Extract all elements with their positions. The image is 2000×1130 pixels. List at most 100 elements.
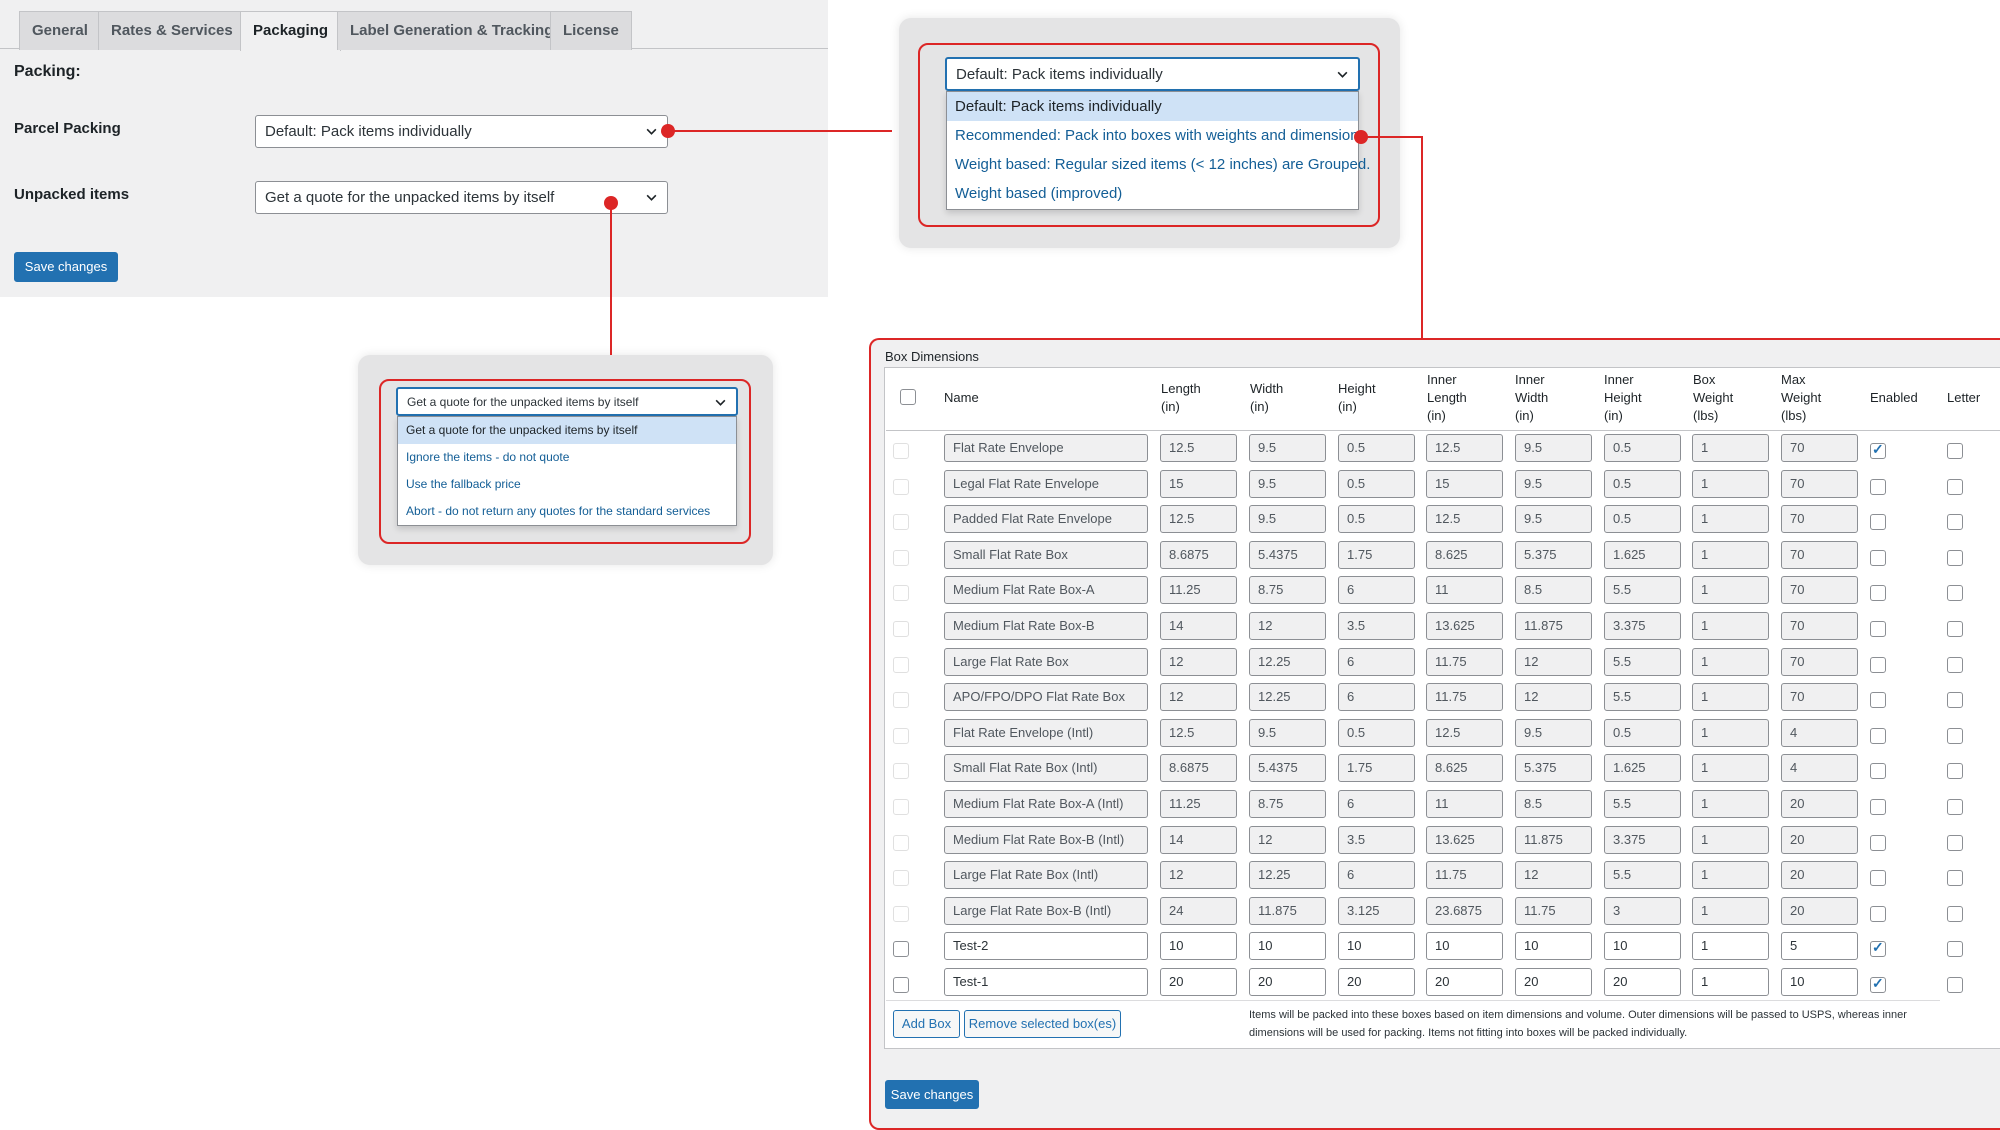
enabled-checkbox[interactable]	[1870, 441, 1886, 459]
letter-checkbox[interactable]	[1947, 870, 1963, 887]
inner-height-input[interactable]: 20	[1604, 968, 1681, 996]
letter-checkbox[interactable]	[1947, 692, 1963, 709]
save-changes-button[interactable]: Save changes	[14, 252, 118, 282]
length-input[interactable]: 24	[1160, 896, 1237, 925]
inner-height-input[interactable]: 1.625	[1604, 540, 1681, 569]
width-input[interactable]: 12.25	[1249, 861, 1326, 890]
height-input[interactable]: 1.75	[1338, 754, 1415, 783]
inner-length-input[interactable]: 8.625	[1426, 540, 1503, 569]
inner-length-input[interactable]: 10	[1426, 932, 1503, 961]
height-input[interactable]: 6	[1338, 683, 1415, 712]
inner-height-input[interactable]: 0.5	[1604, 718, 1681, 747]
width-input[interactable]: 5.4375	[1249, 540, 1326, 569]
enabled-checkbox[interactable]	[1870, 870, 1886, 887]
inner-width-input[interactable]: 9.5	[1515, 469, 1592, 498]
enabled-checkbox[interactable]	[1870, 478, 1886, 495]
inner-width-input[interactable]: 8.5	[1515, 790, 1592, 818]
letter-checkbox[interactable]	[1947, 514, 1963, 531]
length-input[interactable]: 12.5	[1160, 434, 1237, 462]
height-input[interactable]: 6	[1338, 861, 1415, 890]
letter-checkbox[interactable]	[1947, 977, 1963, 993]
inner-width-input[interactable]: 9.5	[1515, 505, 1592, 534]
tab-label-generation-tracking[interactable]: Label Generation & Tracking	[337, 11, 567, 50]
box-weight-input[interactable]: 1	[1692, 683, 1769, 712]
dropdown-option[interactable]: Use the fallback price	[398, 471, 736, 498]
height-input[interactable]: 3.125	[1338, 896, 1415, 925]
inner-width-input[interactable]: 5.375	[1515, 540, 1592, 569]
inner-height-input[interactable]: 5.5	[1604, 683, 1681, 712]
length-input[interactable]: 14	[1160, 612, 1237, 640]
enabled-checkbox[interactable]	[1870, 834, 1886, 851]
inner-height-input[interactable]: 0.5	[1604, 505, 1681, 534]
box-name-input[interactable]: Medium Flat Rate Box-A (Intl)	[944, 790, 1148, 818]
inner-width-input[interactable]: 12	[1515, 683, 1592, 712]
inner-height-input[interactable]: 1.625	[1604, 754, 1681, 783]
inner-length-input[interactable]: 11.75	[1426, 861, 1503, 890]
inner-width-input[interactable]: 11.875	[1515, 612, 1592, 640]
inner-height-input[interactable]: 3	[1604, 896, 1681, 925]
inner-width-input[interactable]: 12	[1515, 861, 1592, 890]
width-input[interactable]: 12	[1249, 825, 1326, 854]
height-input[interactable]: 0.5	[1338, 718, 1415, 747]
max-weight-input[interactable]: 20	[1781, 790, 1858, 818]
unpacked-dropdown-select[interactable]: Get a quote for the unpacked items by it…	[396, 387, 738, 416]
letter-checkbox[interactable]	[1947, 656, 1963, 673]
tab-rates-services[interactable]: Rates & Services	[98, 11, 246, 50]
width-input[interactable]: 9.5	[1249, 718, 1326, 747]
width-input[interactable]: 20	[1249, 968, 1326, 996]
height-input[interactable]: 6	[1338, 790, 1415, 818]
inner-length-input[interactable]: 12.5	[1426, 434, 1503, 462]
add-box-button[interactable]: Add Box	[893, 1010, 960, 1038]
enabled-checkbox[interactable]	[1870, 799, 1886, 815]
box-name-input[interactable]: Medium Flat Rate Box-B	[944, 612, 1148, 640]
length-input[interactable]: 14	[1160, 825, 1237, 854]
box-weight-input[interactable]: 1	[1692, 612, 1769, 640]
inner-length-input[interactable]: 13.625	[1426, 825, 1503, 854]
tab-general[interactable]: General	[19, 11, 101, 50]
length-input[interactable]: 8.6875	[1160, 540, 1237, 569]
dropdown-option[interactable]: Get a quote for the unpacked items by it…	[398, 417, 736, 444]
save-changes-button[interactable]: Save changes	[885, 1080, 979, 1109]
inner-height-input[interactable]: 5.5	[1604, 576, 1681, 605]
row-select-checkbox[interactable]	[893, 977, 909, 993]
box-weight-input[interactable]: 1	[1692, 718, 1769, 747]
letter-checkbox[interactable]	[1947, 834, 1963, 851]
max-weight-input[interactable]: 5	[1781, 932, 1858, 961]
inner-width-input[interactable]: 9.5	[1515, 434, 1592, 462]
box-weight-input[interactable]: 1	[1692, 754, 1769, 783]
letter-checkbox[interactable]	[1947, 727, 1963, 744]
dropdown-option[interactable]: Default: Pack items individually	[947, 92, 1358, 121]
enabled-checkbox[interactable]	[1870, 905, 1886, 922]
inner-length-input[interactable]: 12.5	[1426, 505, 1503, 534]
letter-checkbox[interactable]	[1947, 443, 1963, 459]
inner-length-input[interactable]: 13.625	[1426, 612, 1503, 640]
width-input[interactable]: 8.75	[1249, 576, 1326, 605]
inner-width-input[interactable]: 20	[1515, 968, 1592, 996]
row-select-checkbox[interactable]	[893, 941, 909, 958]
inner-width-input[interactable]: 11.75	[1515, 896, 1592, 925]
box-weight-input[interactable]: 1	[1692, 825, 1769, 854]
tab-packaging[interactable]: Packaging	[240, 11, 342, 51]
dropdown-option[interactable]: Weight based (improved)	[947, 179, 1358, 208]
letter-checkbox[interactable]	[1947, 549, 1963, 566]
max-weight-input[interactable]: 70	[1781, 469, 1858, 498]
inner-width-input[interactable]: 10	[1515, 932, 1592, 961]
width-input[interactable]: 10	[1249, 932, 1326, 961]
box-weight-input[interactable]: 1	[1692, 540, 1769, 569]
box-weight-input[interactable]: 1	[1692, 896, 1769, 925]
inner-length-input[interactable]: 12.5	[1426, 718, 1503, 747]
inner-length-input[interactable]: 11	[1426, 790, 1503, 818]
box-name-input[interactable]: Medium Flat Rate Box-B (Intl)	[944, 825, 1148, 854]
dropdown-option[interactable]: Recommended: Pack into boxes with weight…	[947, 121, 1366, 150]
max-weight-input[interactable]: 20	[1781, 825, 1858, 854]
width-input[interactable]: 12.25	[1249, 647, 1326, 676]
height-input[interactable]: 10	[1338, 932, 1415, 961]
height-input[interactable]: 0.5	[1338, 469, 1415, 498]
max-weight-input[interactable]: 20	[1781, 861, 1858, 890]
length-input[interactable]: 8.6875	[1160, 754, 1237, 783]
enabled-checkbox[interactable]	[1870, 656, 1886, 673]
max-weight-input[interactable]: 70	[1781, 647, 1858, 676]
box-weight-input[interactable]: 1	[1692, 434, 1769, 462]
box-name-input[interactable]: Large Flat Rate Box (Intl)	[944, 861, 1148, 890]
enabled-checkbox[interactable]	[1870, 763, 1886, 780]
